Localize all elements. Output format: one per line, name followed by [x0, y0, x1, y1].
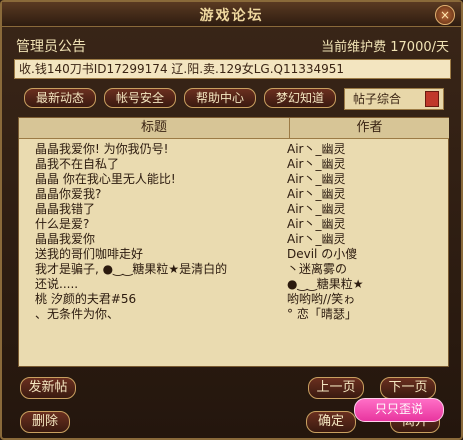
- post-title: 晶晶 你在我心里无人能比!: [35, 172, 176, 186]
- table-row[interactable]: 晶晶你爱我? Air丶_幽灵: [19, 187, 448, 202]
- post-title: 还说.....: [35, 277, 79, 291]
- post-title: 我才是骗子, ●‿‿糖果粒★是清白的: [35, 262, 228, 276]
- post-author: 哟哟哟//笑ゎ: [287, 292, 356, 306]
- column-header-author: 作者: [289, 118, 449, 139]
- next-page-button[interactable]: 下一页: [380, 377, 436, 399]
- post-title: 桃 汐颜的夫君#56: [35, 292, 137, 306]
- tab-posts-general[interactable]: 帖子综合: [344, 88, 444, 110]
- post-author: Air丶_幽灵: [287, 217, 346, 231]
- table-row[interactable]: 什么是爱? Air丶_幽灵: [19, 217, 448, 232]
- close-button[interactable]: ×: [435, 5, 455, 25]
- confirm-button[interactable]: 确定: [306, 411, 356, 433]
- post-title: 、无条件为你、: [35, 307, 120, 321]
- post-title: 晶晶我爱你: [35, 232, 96, 246]
- post-author: Devil の小傻: [287, 247, 358, 261]
- post-author: Air丶_幽灵: [287, 187, 346, 201]
- prev-page-button[interactable]: 上一页: [308, 377, 364, 399]
- admin-notice-label: 管理员公告: [16, 39, 86, 55]
- table-row[interactable]: 桃 汐颜的夫君#56 哟哟哟//笑ゎ: [19, 292, 448, 307]
- tab-fantasy-know[interactable]: 梦幻知道: [264, 88, 336, 108]
- post-author: Air丶_幽灵: [287, 232, 346, 246]
- posts-panel: 标题 作者 晶晶我爱你! 为你我仍号! Air丶_幽灵 晶我不在自私了 Air丶_幽…: [18, 117, 449, 367]
- post-author: 丶迷离雾の: [287, 262, 348, 276]
- posts-list: 晶晶我爱你! 为你我仍号! Air丶_幽灵 晶我不在自私了 Air丶_幽灵 晶晶 你…: [19, 142, 448, 322]
- post-title: 晶我不在自私了: [35, 157, 120, 171]
- flag-icon: [425, 91, 439, 107]
- table-row[interactable]: 我才是骗子, ●‿‿糖果粒★是清白的 丶迷离雾の: [19, 262, 448, 277]
- maintenance-fee-label: 当前维护费 17000/天: [321, 40, 449, 55]
- forum-window: 游戏论坛 × 管理员公告 当前维护费 17000/天 收.钱140刀书ID172…: [0, 0, 463, 440]
- table-row[interactable]: 晶晶 你在我心里无人能比! Air丶_幽灵: [19, 172, 448, 187]
- title-bar[interactable]: 游戏论坛 ×: [2, 2, 461, 27]
- announcement-text: 收.钱140刀书ID17299174 辽.阳.卖.129女LG.Q1133495…: [14, 59, 451, 79]
- post-title: 晶晶你爱我?: [35, 187, 102, 201]
- table-row[interactable]: 晶我不在自私了 Air丶_幽灵: [19, 157, 448, 172]
- new-post-button[interactable]: 发新帖: [20, 377, 76, 399]
- tab-posts-label: 帖子综合: [353, 92, 402, 106]
- delete-button[interactable]: 删除: [20, 411, 70, 433]
- column-header-title: 标题: [19, 118, 289, 139]
- post-title: 晶晶我爱你! 为你我仍号!: [35, 142, 169, 156]
- table-row[interactable]: 、无条件为你、 ° 恋「晴瑟」: [19, 307, 448, 322]
- post-author: Air丶_幽灵: [287, 202, 346, 216]
- table-row[interactable]: 还说..... ●‿‿糖果粒★: [19, 277, 448, 292]
- tab-latest[interactable]: 最新动态: [24, 88, 96, 108]
- window-title: 游戏论坛: [199, 8, 264, 24]
- table-row[interactable]: 晶晶我爱你! 为你我仍号! Air丶_幽灵: [19, 142, 448, 157]
- table-row[interactable]: 晶晶我错了 Air丶_幽灵: [19, 202, 448, 217]
- post-author: Air丶_幽灵: [287, 157, 346, 171]
- post-title: 什么是爱?: [35, 217, 90, 231]
- post-title: 晶晶我错了: [35, 202, 96, 216]
- post-title: 送我的哥们咖啡走好: [35, 247, 144, 261]
- post-author: Air丶_幽灵: [287, 172, 346, 186]
- tab-help-center[interactable]: 帮助中心: [184, 88, 256, 108]
- popup-button[interactable]: 只只歪说: [354, 398, 444, 422]
- table-row[interactable]: 送我的哥们咖啡走好 Devil の小傻: [19, 247, 448, 262]
- post-author: ●‿‿糖果粒★: [287, 277, 364, 291]
- table-row[interactable]: 晶晶我爱你 Air丶_幽灵: [19, 232, 448, 247]
- post-author: Air丶_幽灵: [287, 142, 346, 156]
- tab-account-security[interactable]: 帐号安全: [104, 88, 176, 108]
- post-author: ° 恋「晴瑟」: [287, 307, 357, 321]
